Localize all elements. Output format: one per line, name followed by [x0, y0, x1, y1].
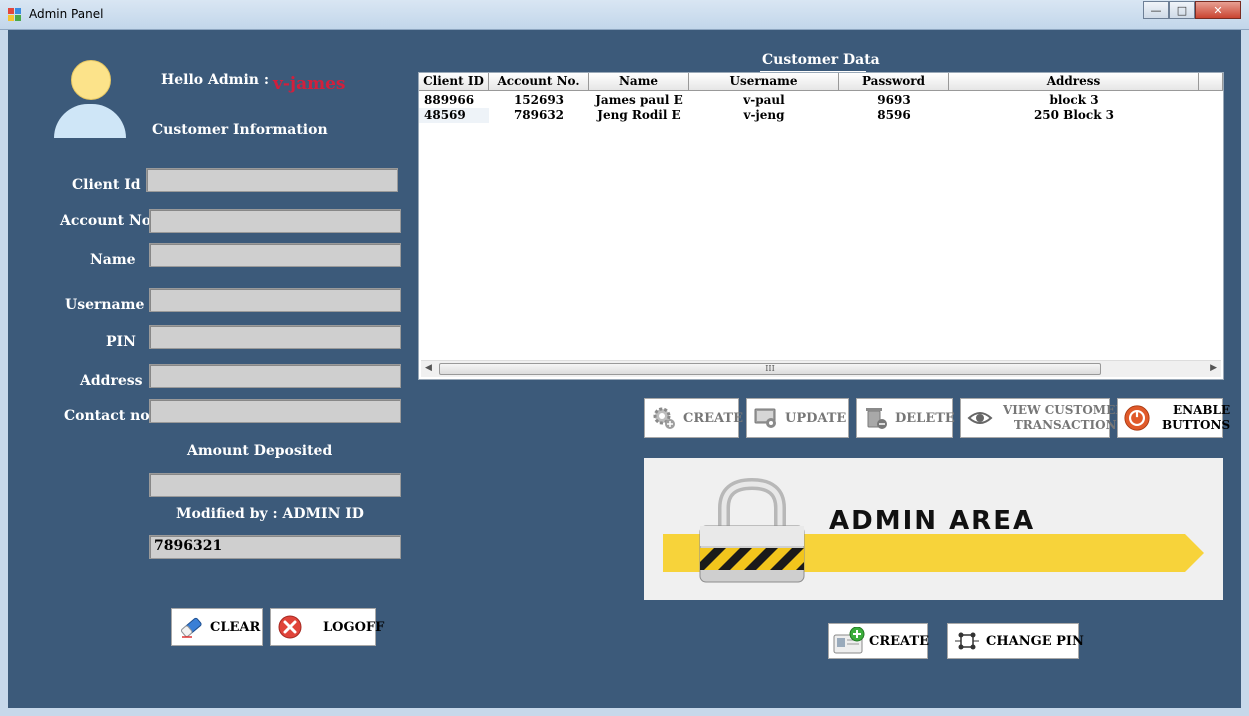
- customer-data-title: Customer Data: [762, 52, 880, 68]
- window-frame-bottom: [0, 708, 1249, 716]
- network-icon: [954, 628, 980, 654]
- address-field[interactable]: [149, 364, 401, 388]
- padlock-icon: [692, 477, 812, 588]
- name-field[interactable]: [149, 243, 401, 267]
- table-cell: v-paul: [743, 93, 785, 107]
- table-cell: 889966: [424, 93, 475, 107]
- column-header[interactable]: Address: [949, 73, 1199, 91]
- modified-by-label: Modified by : ADMIN ID: [176, 506, 364, 522]
- window-frame-right: [1241, 30, 1249, 716]
- table-cell: 152693: [513, 93, 565, 107]
- create-customer-label: CREATE: [683, 410, 744, 426]
- window-title: Admin Panel: [29, 7, 104, 21]
- amount-deposited-field[interactable]: [149, 473, 401, 497]
- gear-add-icon: [651, 405, 677, 431]
- enable-buttons-button[interactable]: ENABLE BUTTONS: [1117, 398, 1230, 438]
- contact-no-field[interactable]: [149, 399, 401, 423]
- table-cell: 250 Block 3: [1033, 108, 1115, 122]
- clear-button[interactable]: CLEAR: [171, 608, 263, 646]
- table-cell: 8596: [877, 108, 911, 122]
- account-no-label: Account No.: [60, 213, 156, 229]
- customer-data-grid[interactable]: Client ID Account No. Name Username Pass…: [418, 72, 1224, 380]
- account-no-field[interactable]: [149, 209, 401, 233]
- username-field[interactable]: [149, 288, 401, 312]
- column-header[interactable]: Username: [689, 73, 839, 91]
- admin-panel-client: Hello Admin : v-james Customer Informati…: [8, 30, 1241, 708]
- table-cell: 9693: [877, 93, 911, 107]
- scroll-thumb[interactable]: III: [439, 363, 1101, 375]
- customer-information-title: Customer Information: [152, 122, 328, 138]
- admin-area-title: ADMIN AREA: [829, 506, 1036, 536]
- table-cell: 789632: [513, 108, 565, 122]
- address-label: Address: [80, 373, 143, 389]
- table-cell: James paul E: [595, 93, 683, 107]
- greeting-label: Hello Admin :: [161, 72, 269, 88]
- pin-label: PIN: [106, 334, 136, 350]
- minimize-button[interactable]: —: [1143, 1, 1169, 19]
- grid-header-row: Client ID Account No. Name Username Pass…: [419, 73, 1223, 91]
- eye-icon: [967, 405, 993, 431]
- contact-no-label: Contact no.: [64, 408, 155, 424]
- admin-username: v-james: [273, 74, 346, 94]
- create-pin-label: CREATE: [869, 633, 930, 649]
- monitor-gear-icon: [753, 405, 779, 431]
- enable-buttons-label-1: ENABLE: [1172, 403, 1231, 417]
- create-pin-button[interactable]: CREATE: [828, 623, 930, 659]
- close-button[interactable]: ✕: [1195, 1, 1241, 19]
- banner-arrow-tip: [1185, 534, 1204, 572]
- username-label: Username: [65, 297, 145, 313]
- table-cell: Jeng Rodil E: [597, 108, 681, 122]
- pin-field[interactable]: [149, 325, 401, 349]
- table-cell: block 3: [1049, 93, 1099, 107]
- column-header[interactable]: Name: [589, 73, 689, 91]
- change-pin-label: CHANGE PIN: [986, 633, 1084, 649]
- column-header[interactable]: Client ID: [419, 73, 489, 91]
- app-icon: [8, 8, 22, 22]
- eraser-icon: [178, 614, 204, 640]
- enable-buttons-label-2: BUTTONS: [1162, 418, 1231, 432]
- column-header-filler: [1199, 73, 1223, 91]
- column-header[interactable]: Password: [839, 73, 949, 91]
- delete-customer-label: DELETE: [895, 410, 955, 426]
- modified-by-field[interactable]: 7896321: [149, 535, 401, 559]
- delete-customer-button[interactable]: DELETE: [856, 398, 955, 438]
- view-transactions-button[interactable]: VIEW CUSTOMER TRANSACTIONS: [960, 398, 1125, 438]
- view-transactions-label-2: TRANSACTIONS: [1013, 418, 1126, 432]
- title-bar: Admin Panel — □ ✕: [0, 0, 1249, 30]
- table-row[interactable]: 48569 789632 Jeng Rodil E v-jeng 8596 25…: [419, 108, 1199, 123]
- id-card-add-icon: [833, 627, 865, 654]
- power-icon: [1124, 405, 1150, 431]
- logoff-button[interactable]: LOGOFF: [270, 608, 384, 646]
- change-pin-button[interactable]: CHANGE PIN: [947, 623, 1084, 659]
- create-customer-button[interactable]: CREATE: [644, 398, 743, 438]
- name-label: Name: [90, 252, 136, 268]
- horizontal-scrollbar[interactable]: ◀ III ▶: [421, 360, 1221, 377]
- table-cell: v-jeng: [743, 108, 785, 122]
- update-customer-label: UPDATE: [785, 410, 847, 426]
- scroll-right-icon[interactable]: ▶: [1210, 363, 1217, 373]
- scroll-left-icon[interactable]: ◀: [425, 363, 432, 373]
- table-row[interactable]: 889966 152693 James paul E v-paul 9693 b…: [419, 93, 1199, 108]
- clear-button-label: CLEAR: [210, 619, 261, 635]
- column-header[interactable]: Account No.: [489, 73, 589, 91]
- view-transactions-label-1: VIEW CUSTOMER: [1003, 403, 1126, 417]
- amount-deposited-label: Amount Deposited: [187, 443, 333, 459]
- maximize-button[interactable]: □: [1169, 1, 1195, 19]
- client-id-label: Client Id: [72, 177, 141, 193]
- table-cell: 48569: [419, 108, 489, 123]
- update-customer-button[interactable]: UPDATE: [746, 398, 849, 438]
- window-frame-left: [0, 30, 8, 716]
- trash-icon: [863, 405, 889, 431]
- client-id-field[interactable]: [146, 168, 398, 192]
- close-circle-icon: [277, 614, 303, 640]
- logoff-button-label: LOGOFF: [323, 619, 385, 635]
- admin-area-banner: ADMIN AREA: [644, 458, 1223, 600]
- user-avatar-icon: [54, 60, 126, 138]
